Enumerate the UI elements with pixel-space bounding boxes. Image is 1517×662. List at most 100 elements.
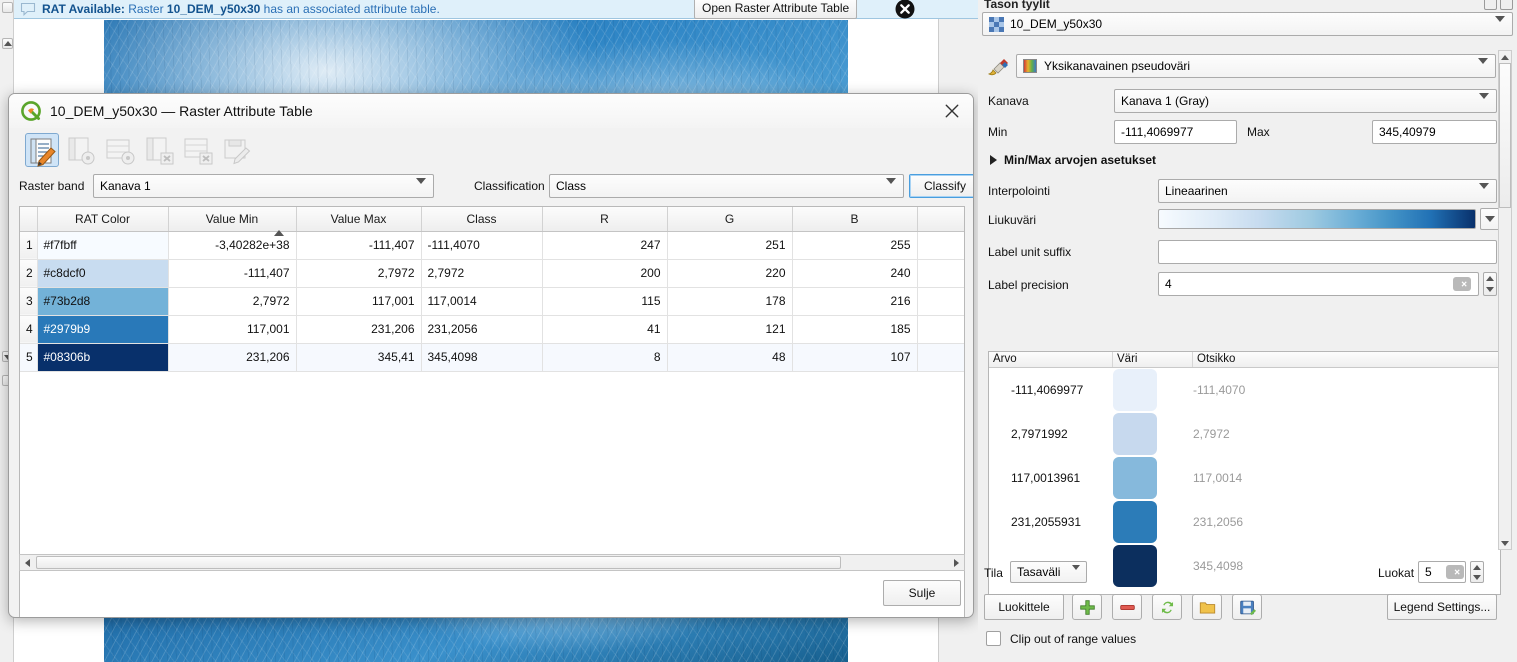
table-row[interactable]: 3 #73b2d8 2,7972 117,001 117,0014 115 178 216 <box>20 287 964 316</box>
color-ramp-dropdown[interactable] <box>1480 208 1500 230</box>
renderer-select[interactable]: Yksikanavainen pseudoväri <box>1016 54 1496 78</box>
clear-precision-icon[interactable] <box>1453 277 1471 291</box>
cell-class[interactable]: -111,4070 <box>421 231 543 260</box>
scroll-up-button[interactable] <box>2 38 13 49</box>
remove-class-icon[interactable] <box>1112 594 1142 620</box>
col-header-rat-color[interactable]: RAT Color <box>37 207 169 232</box>
dialog-close-icon[interactable] <box>941 100 963 122</box>
cell-rat-color[interactable]: #f7fbff <box>37 231 169 260</box>
legend-value[interactable]: 231,2055931 <box>989 515 1113 529</box>
cell-g[interactable]: 121 <box>667 315 793 344</box>
legend-color-swatch[interactable] <box>1113 501 1157 543</box>
close-panel-icon[interactable] <box>1500 0 1513 10</box>
save-ramp-icon[interactable] <box>1232 594 1262 620</box>
scroll-right-icon[interactable] <box>949 555 964 570</box>
legend-label[interactable]: 2,7972 <box>1193 427 1230 441</box>
cell-value-min[interactable]: 231,206 <box>168 343 297 372</box>
table-row[interactable]: 5 #08306b 231,206 345,41 345,4098 8 48 107 <box>20 343 964 372</box>
cell-a[interactable] <box>917 231 964 260</box>
col-header-g[interactable]: G <box>667 207 793 232</box>
cell-rat-color[interactable]: #08306b <box>37 343 169 372</box>
col-header-value-max[interactable]: Value Max <box>296 207 422 232</box>
cell-value-max[interactable]: 117,001 <box>296 287 422 316</box>
legend-value[interactable]: -111,4069977 <box>989 383 1113 397</box>
row-number[interactable]: 3 <box>20 287 38 316</box>
cell-value-max[interactable]: -111,407 <box>296 231 422 260</box>
clip-out-of-range-checkbox[interactable] <box>986 631 1001 646</box>
scrollbar-thumb[interactable] <box>36 556 841 569</box>
band-select[interactable]: Kanava 1 (Gray) <box>1114 89 1497 113</box>
close-message-icon[interactable] <box>894 0 916 20</box>
legend-label[interactable]: 231,2056 <box>1193 515 1243 529</box>
cell-class[interactable]: 2,7972 <box>421 259 543 288</box>
cell-a[interactable] <box>917 315 964 344</box>
cell-class[interactable]: 231,2056 <box>421 315 543 344</box>
toggle-editing-icon[interactable] <box>25 133 59 167</box>
min-input[interactable]: -111,4069977 <box>1114 120 1237 144</box>
cell-value-max[interactable]: 345,41 <box>296 343 422 372</box>
cell-g[interactable]: 178 <box>667 287 793 316</box>
classification-select[interactable]: Class <box>549 174 904 198</box>
cell-r[interactable]: 115 <box>542 287 668 316</box>
undock-panel-icon[interactable] <box>1484 0 1497 10</box>
load-ramp-icon[interactable] <box>1192 594 1222 620</box>
legend-col-label[interactable]: Otsikko <box>1193 352 1500 367</box>
cell-value-min[interactable]: 117,001 <box>168 315 297 344</box>
scrollbar-thumb[interactable] <box>1499 63 1511 208</box>
cell-rat-color[interactable]: #73b2d8 <box>37 287 169 316</box>
cell-g[interactable]: 251 <box>667 231 793 260</box>
max-input[interactable]: 345,40979 <box>1372 120 1497 144</box>
cell-rat-color[interactable]: #c8dcf0 <box>37 259 169 288</box>
legend-value[interactable]: 2,7971992 <box>989 427 1113 441</box>
layer-select[interactable]: 10_DEM_y50x30 <box>982 12 1513 36</box>
classes-stepper[interactable] <box>1470 561 1484 583</box>
cell-class[interactable]: 345,4098 <box>421 343 543 372</box>
legend-col-color[interactable]: Väri <box>1113 352 1193 367</box>
legend-color-swatch[interactable] <box>1113 545 1157 587</box>
cell-value-max[interactable]: 2,7972 <box>296 259 422 288</box>
table-horizontal-scrollbar[interactable] <box>19 554 965 571</box>
legend-settings-button[interactable]: Legend Settings... <box>1387 594 1497 620</box>
cell-g[interactable]: 220 <box>667 259 793 288</box>
col-header-class[interactable]: Class <box>421 207 543 232</box>
cell-a[interactable] <box>917 287 964 316</box>
legend-color-cell[interactable] <box>1113 369 1193 411</box>
legend-color-cell[interactable] <box>1113 545 1193 587</box>
legend-label[interactable]: 345,4098 <box>1193 559 1243 573</box>
cell-r[interactable]: 247 <box>542 231 668 260</box>
cell-value-min[interactable]: -111,407 <box>168 259 297 288</box>
cell-b[interactable]: 185 <box>792 315 918 344</box>
col-header-a[interactable]: A <box>917 207 964 232</box>
row-number[interactable]: 2 <box>20 259 38 288</box>
clear-classes-icon[interactable] <box>1446 565 1464 579</box>
close-dialog-button[interactable]: Sulje <box>883 580 961 606</box>
scroll-left-icon[interactable] <box>20 555 35 570</box>
color-ramp-preview[interactable] <box>1158 209 1476 229</box>
cell-b[interactable]: 216 <box>792 287 918 316</box>
cell-value-max[interactable]: 231,206 <box>296 315 422 344</box>
gutter-icon-top[interactable] <box>2 2 13 13</box>
scroll-up-icon[interactable] <box>1499 51 1511 63</box>
legend-row[interactable]: 117,0013961 117,0014 <box>989 456 1500 500</box>
legend-color-cell[interactable] <box>1113 413 1193 455</box>
open-raster-attribute-table-button[interactable]: Open Raster Attribute Table <box>694 0 858 19</box>
legend-color-swatch[interactable] <box>1113 369 1157 411</box>
row-number[interactable]: 5 <box>20 343 38 372</box>
dialog-titlebar[interactable]: 10_DEM_y50x30 — Raster Attribute Table <box>9 94 973 128</box>
raster-band-select[interactable]: Kanava 1 <box>93 174 434 198</box>
cell-b[interactable]: 255 <box>792 231 918 260</box>
table-row[interactable]: 1 #f7fbff -3,40282e+38 -111,407 -111,4070 247… <box>20 231 964 260</box>
legend-color-swatch[interactable] <box>1113 413 1157 455</box>
cell-class[interactable]: 117,0014 <box>421 287 543 316</box>
cell-a[interactable] <box>917 259 964 288</box>
table-row[interactable]: 2 #c8dcf0 -111,407 2,7972 2,7972 200 220 240 <box>20 259 964 288</box>
cell-r[interactable]: 8 <box>542 343 668 372</box>
interpolation-select[interactable]: Lineaarinen <box>1158 179 1497 203</box>
style-panel-scrollbar[interactable] <box>1498 50 1512 550</box>
legend-color-swatch[interactable] <box>1113 457 1157 499</box>
cell-g[interactable]: 48 <box>667 343 793 372</box>
cell-r[interactable]: 200 <box>542 259 668 288</box>
cell-b[interactable]: 240 <box>792 259 918 288</box>
flip-colors-icon[interactable] <box>1152 594 1182 620</box>
cell-rat-color[interactable]: #2979b9 <box>37 315 169 344</box>
